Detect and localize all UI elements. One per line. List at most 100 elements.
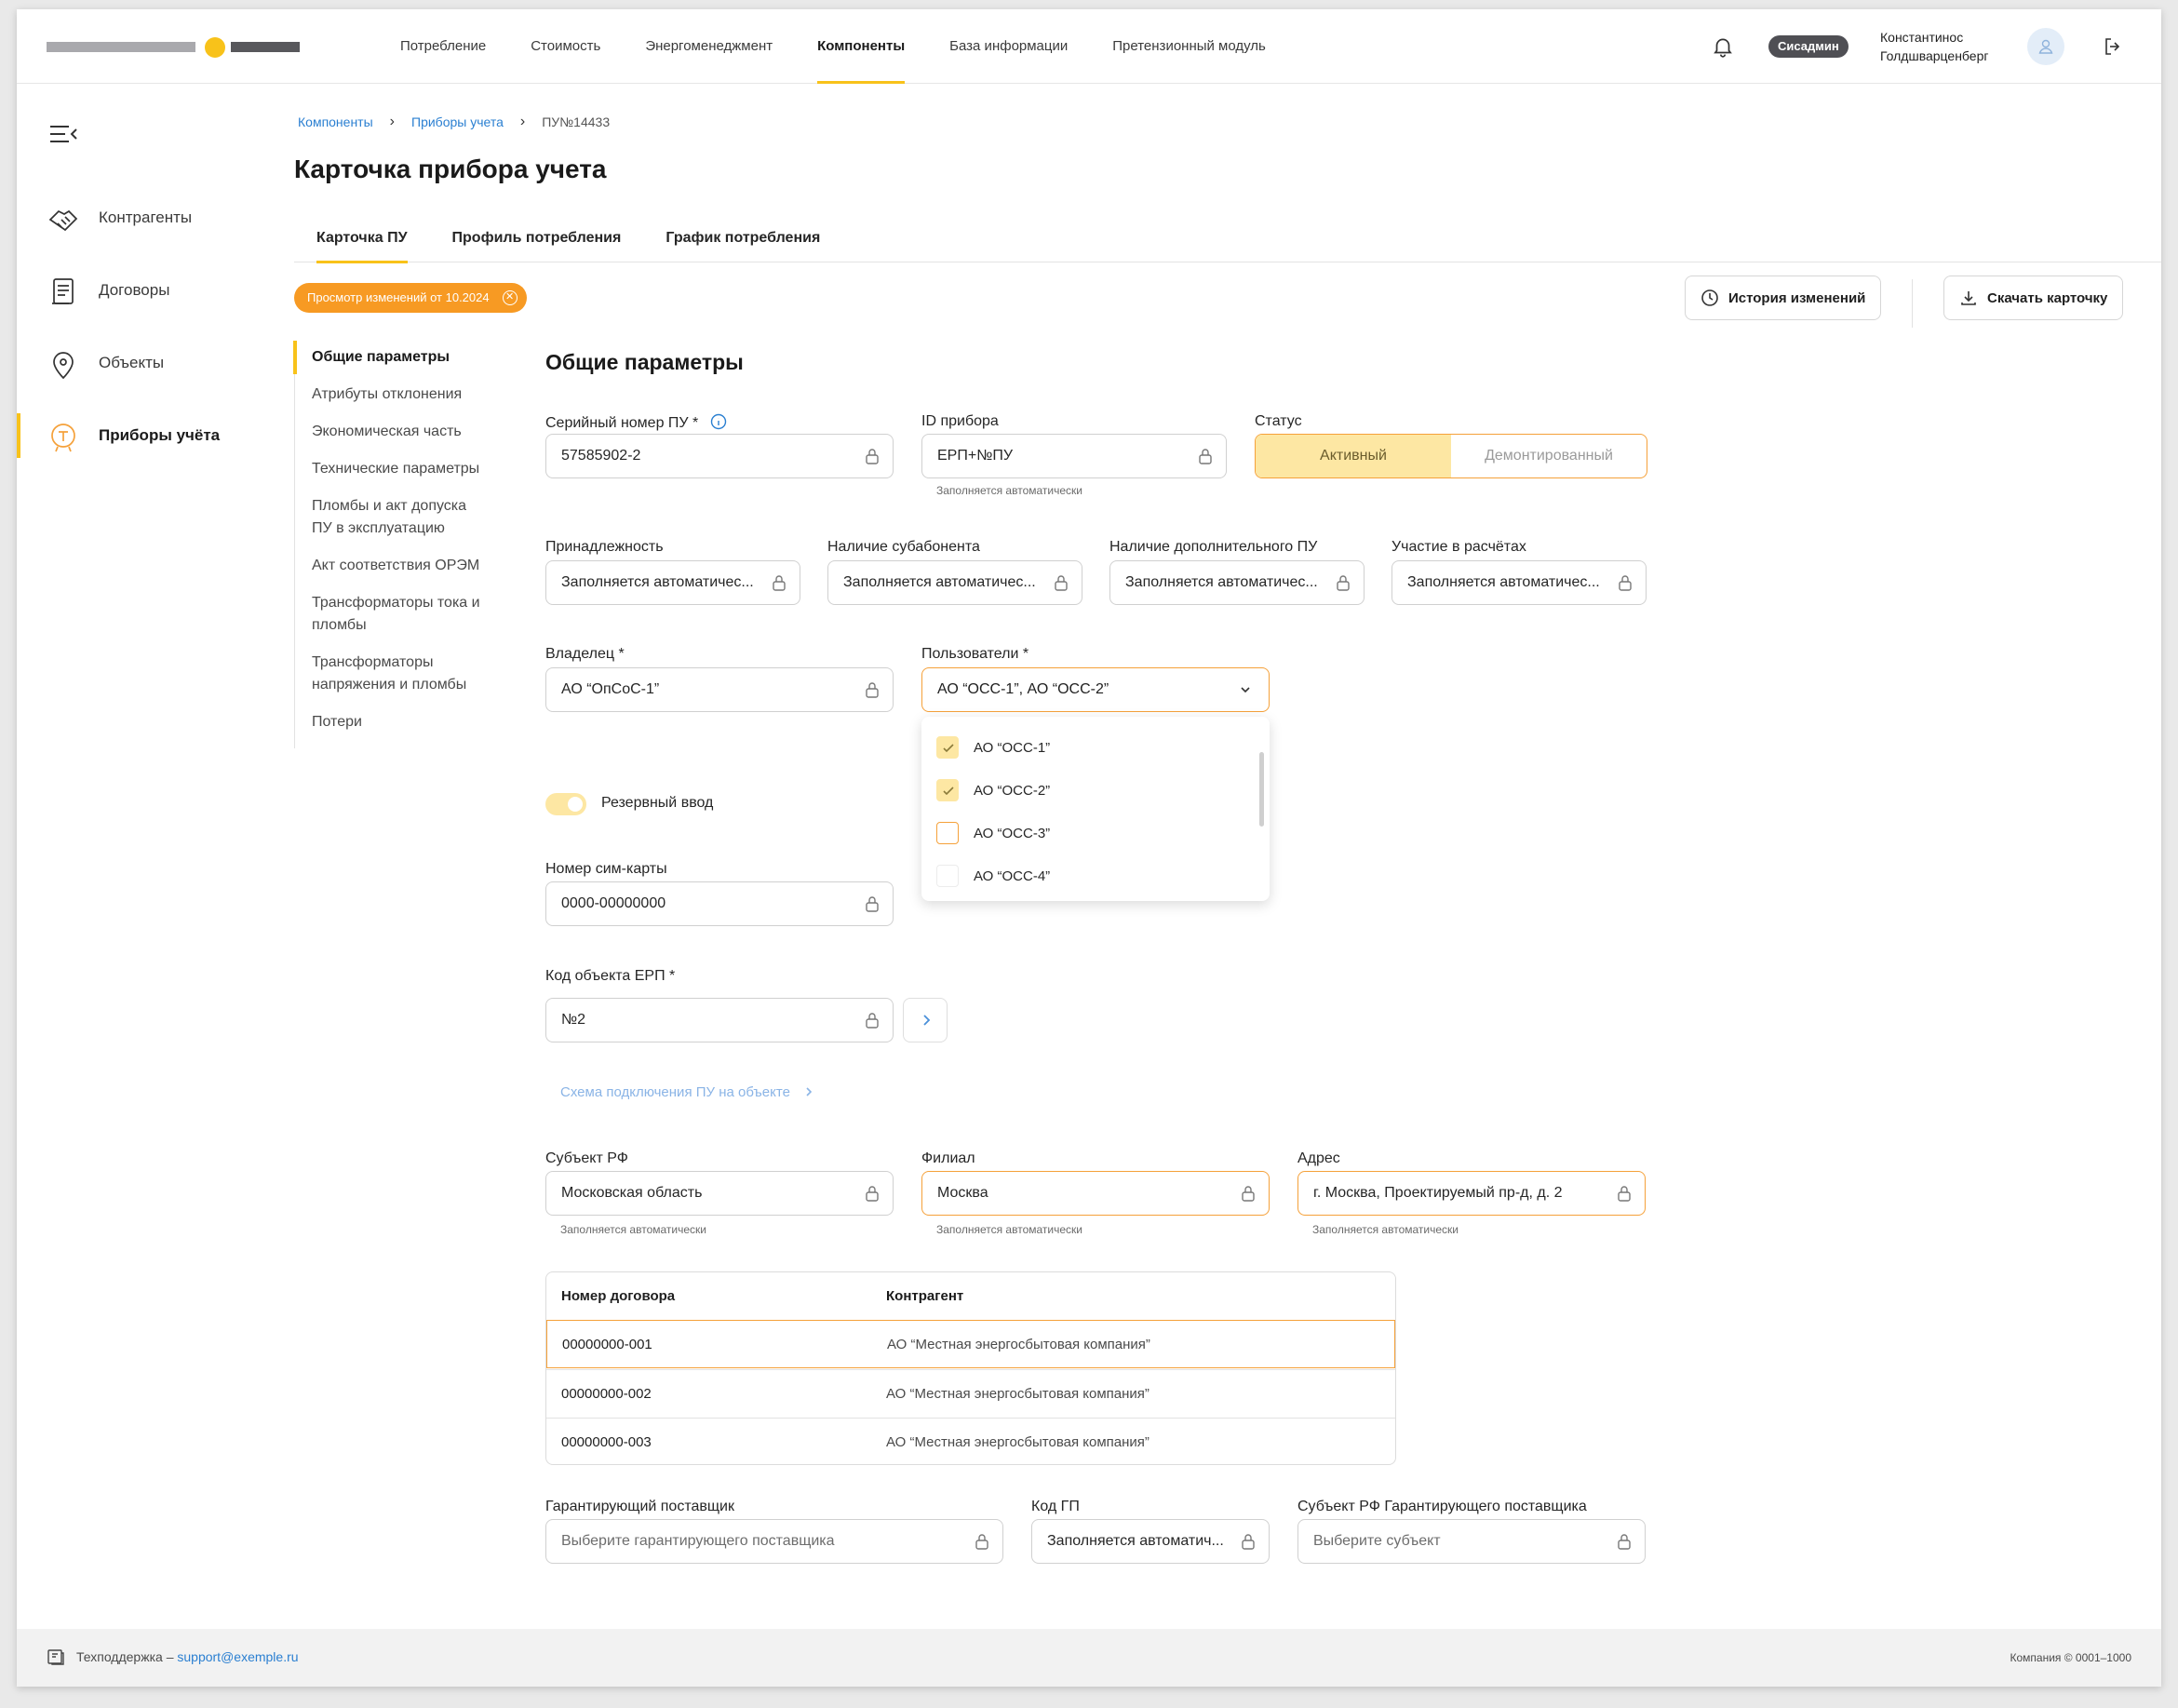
support-info: Техподдержка – support@exemple.ru bbox=[76, 1649, 299, 1664]
belonging-field[interactable]: Заполняется автоматичес... bbox=[545, 560, 800, 605]
status-active-option[interactable]: Активный bbox=[1256, 435, 1451, 477]
view-changes-badge[interactable]: Просмотр изменений от 10.2024 ✕ bbox=[294, 283, 527, 313]
checkbox[interactable] bbox=[936, 822, 959, 844]
chevron-right-icon: › bbox=[519, 114, 526, 129]
column-header: Номер договора bbox=[561, 1288, 676, 1304]
status-label: Статус bbox=[1255, 413, 1302, 429]
section-nav-orem[interactable]: Акт соответствия ОРЭМ bbox=[295, 555, 508, 577]
user-name-last: Голдшварценберг bbox=[1880, 48, 1989, 63]
users-value: АО “ОСС-1”, АО “ОСС-2” bbox=[937, 681, 1109, 697]
section-nav-voltage-transformers[interactable]: Трансформаторы напряжения и пломбы bbox=[295, 652, 481, 696]
belonging-value: Заполняется автоматичес... bbox=[561, 574, 754, 590]
users-option[interactable]: АО “ОСС-1” bbox=[921, 726, 1270, 769]
owner-field[interactable]: АО “ОпСоС-1” bbox=[545, 667, 894, 712]
section-nav-technical[interactable]: Технические параметры bbox=[295, 458, 508, 480]
scheme-link[interactable]: Схема подключения ПУ на объекте bbox=[560, 1084, 814, 1100]
region-label: Субъект РФ bbox=[545, 1150, 628, 1166]
gp-code-field[interactable]: Заполняется автоматич... bbox=[1031, 1519, 1270, 1564]
logout-icon[interactable] bbox=[2102, 35, 2124, 58]
users-option[interactable]: АО “ОСС-2” bbox=[921, 769, 1270, 812]
support-email-link[interactable]: support@exemple.ru bbox=[177, 1649, 298, 1664]
lock-icon bbox=[1618, 1186, 1631, 1202]
auto-hint: Заполняется автоматически bbox=[936, 1223, 1082, 1236]
section-nav-losses[interactable]: Потери bbox=[295, 711, 508, 733]
region-field[interactable]: Московская область bbox=[545, 1171, 894, 1216]
lock-icon bbox=[1199, 449, 1212, 464]
extra-pu-field[interactable]: Заполняется автоматичес... bbox=[1109, 560, 1365, 605]
sidebar-item-objects[interactable]: Объекты bbox=[17, 337, 277, 389]
serial-field[interactable]: 57585902-2 bbox=[545, 434, 894, 478]
table-row[interactable]: 00000000-003 АО “Местная энергосбытовая … bbox=[546, 1418, 1395, 1464]
tab-consumption-profile[interactable]: Профиль потребления bbox=[430, 214, 644, 262]
erp-code-label: Код объекта ЕРП * bbox=[545, 968, 676, 984]
nav-cost[interactable]: Стоимость bbox=[508, 9, 623, 84]
support-label: Техподдержка – bbox=[76, 1649, 174, 1664]
nav-energy-management[interactable]: Энергоменеджмент bbox=[623, 9, 795, 84]
sidebar-item-meters[interactable]: Приборы учёта bbox=[17, 410, 277, 462]
users-select[interactable]: АО “ОСС-1”, АО “ОСС-2” bbox=[921, 667, 1270, 712]
user-name-first: Константинос bbox=[1880, 30, 1964, 45]
address-field[interactable]: г. Москва, Проектируемый пр-д, д. 2 bbox=[1297, 1171, 1646, 1216]
sidebar-item-contractors[interactable]: Контрагенты bbox=[17, 192, 277, 244]
sidebar-item-label: Контрагенты bbox=[99, 208, 193, 226]
breadcrumb-components[interactable]: Компоненты bbox=[298, 114, 373, 129]
bell-icon[interactable] bbox=[1711, 34, 1735, 59]
nav-consumption[interactable]: Потребление bbox=[378, 9, 508, 84]
download-card-button[interactable]: Скачать карточку bbox=[1943, 276, 2124, 320]
nav-knowledge-base[interactable]: База информации bbox=[927, 9, 1090, 84]
collapse-menu-icon[interactable] bbox=[48, 123, 78, 145]
reserve-label: Резервный ввод bbox=[601, 795, 714, 811]
tab-card[interactable]: Карточка ПУ bbox=[294, 214, 430, 263]
supplier-region-field[interactable]: Выберите субъект bbox=[1297, 1519, 1646, 1564]
location-pin-icon bbox=[47, 348, 80, 382]
info-icon[interactable] bbox=[710, 413, 727, 430]
sidebar: Контрагенты Договоры Объекты Приборы учё… bbox=[17, 84, 277, 1629]
table-row[interactable]: 00000000-001 АО “Местная энергосбытовая … bbox=[546, 1320, 1395, 1368]
auto-hint: Заполняется автоматически bbox=[1312, 1223, 1459, 1236]
users-option[interactable]: АО “ОСС-4” bbox=[921, 854, 1270, 897]
column-header: Контрагент bbox=[886, 1288, 964, 1304]
lock-icon bbox=[1242, 1186, 1255, 1202]
users-option[interactable]: АО “ОСС-3” bbox=[921, 812, 1270, 854]
meter-icon bbox=[47, 421, 80, 454]
top-nav: Потребление Стоимость Энергоменеджмент К… bbox=[378, 9, 1288, 84]
sim-field[interactable]: 0000-00000000 bbox=[545, 881, 894, 926]
table-row[interactable]: 00000000-002 АО “Местная энергосбытовая … bbox=[546, 1369, 1395, 1418]
section-nav-general[interactable]: Общие параметры bbox=[293, 341, 508, 374]
supplier-field[interactable]: Выберите гарантирующего поставщика bbox=[545, 1519, 1003, 1564]
sidebar-item-label: Приборы учёта bbox=[99, 426, 221, 444]
sim-label: Номер сим-карты bbox=[545, 861, 667, 877]
table-cell: АО “Местная энергосбытовая компания” bbox=[886, 1386, 1150, 1402]
checkbox[interactable] bbox=[936, 779, 959, 801]
reserve-toggle[interactable] bbox=[545, 793, 586, 815]
section-nav-economic[interactable]: Экономическая часть bbox=[295, 421, 508, 443]
section-nav-current-transformers[interactable]: Трансформаторы тока и пломбы bbox=[295, 592, 481, 637]
section-nav-deviation[interactable]: Атрибуты отклонения bbox=[295, 383, 508, 406]
owner-value: АО “ОпСоС-1” bbox=[561, 681, 660, 697]
view-changes-label: Просмотр изменений от 10.2024 bbox=[307, 290, 490, 304]
erp-code-field[interactable]: №2 bbox=[545, 998, 894, 1042]
calc-field[interactable]: Заполняется автоматичес... bbox=[1392, 560, 1647, 605]
history-button[interactable]: История изменений bbox=[1685, 276, 1882, 320]
sidebar-item-contracts[interactable]: Договоры bbox=[17, 264, 277, 316]
breadcrumb-meters[interactable]: Приборы учета bbox=[411, 114, 504, 129]
tab-consumption-schedule[interactable]: График потребления bbox=[643, 214, 842, 262]
section-nav-seals[interactable]: Пломбы и акт допуска ПУ в эксплуатацию bbox=[295, 495, 491, 540]
lock-icon bbox=[866, 896, 879, 912]
tabs: Карточка ПУ Профиль потребления График п… bbox=[294, 214, 2161, 263]
checkbox[interactable] bbox=[936, 736, 959, 759]
document-icon bbox=[47, 276, 80, 309]
close-icon[interactable]: ✕ bbox=[502, 290, 518, 305]
serial-value: 57585902-2 bbox=[561, 448, 641, 464]
checkbox[interactable] bbox=[936, 865, 959, 887]
nav-claims-module[interactable]: Претензионный модуль bbox=[1090, 9, 1288, 84]
nav-components[interactable]: Компоненты bbox=[795, 9, 927, 84]
branch-field[interactable]: Москва bbox=[921, 1171, 1270, 1216]
subscriber-field[interactable]: Заполняется автоматичес... bbox=[827, 560, 1082, 605]
device-id-field[interactable]: ЕРП+№ПУ bbox=[921, 434, 1227, 478]
dropdown-scrollbar[interactable] bbox=[1259, 752, 1264, 827]
status-dismantled-option[interactable]: Демонтированный bbox=[1451, 435, 1647, 477]
avatar[interactable] bbox=[2027, 28, 2064, 65]
lock-icon bbox=[866, 682, 879, 698]
erp-code-go-button[interactable] bbox=[903, 998, 948, 1042]
